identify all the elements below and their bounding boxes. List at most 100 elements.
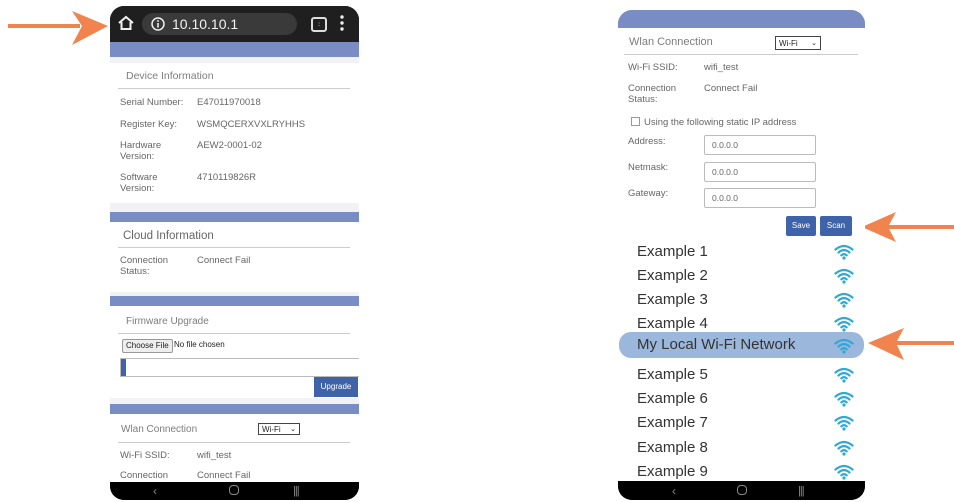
wlan-mode-value: Wi-Fi <box>779 39 798 48</box>
gateway-label: Gateway: <box>628 188 669 199</box>
wlan-status-label: Connection Status: <box>628 83 677 105</box>
section-band <box>110 296 359 306</box>
wlan-status-value: Connect Fail <box>197 470 251 481</box>
upgrade-progress-fill <box>121 359 126 376</box>
wifi-network-name: Example 2 <box>637 267 708 284</box>
ssid-label: Wi-Fi SSID: <box>120 450 170 461</box>
gateway-field[interactable]: 0.0.0.0 <box>704 188 816 208</box>
section-band <box>110 404 359 414</box>
wlan-title: Wlan Connection <box>629 36 713 48</box>
browser-toolbar: 10.10.10.1 : <box>110 6 359 42</box>
wifi-network-name: My Local Wi-Fi Network <box>637 336 796 353</box>
firmware-title: Firmware Upgrade <box>126 316 209 327</box>
wifi-signal-icon <box>834 440 854 456</box>
home-nav-icon[interactable] <box>229 485 239 495</box>
ssid-value: wifi_test <box>197 450 232 461</box>
file-picker: Choose File No file chosen <box>110 339 359 353</box>
static-ip-checkbox[interactable] <box>631 117 640 126</box>
scan-button[interactable]: Scan <box>820 216 852 236</box>
info-icon[interactable] <box>151 17 165 31</box>
upgrade-progress-bar <box>120 358 359 377</box>
wlan-mode-value: Wi-Fi <box>262 425 281 434</box>
netmask-label: Netmask: <box>628 162 669 173</box>
hardware-version-label: Hardware Version: <box>120 140 162 162</box>
upgrade-button[interactable]: Upgrade <box>314 377 358 397</box>
no-file-text: No file chosen <box>174 340 225 349</box>
cloud-info-card: Cloud Information Connection Status: Con… <box>110 222 359 292</box>
device-info-title: Device Information <box>126 70 214 82</box>
wifi-network-row-selected[interactable]: My Local Wi-Fi Network <box>619 332 864 358</box>
wlan-status-value: Connect Fail <box>704 83 758 94</box>
wlan-mode-select[interactable]: Wi-Fi ⌄ <box>258 423 300 435</box>
wifi-network-name: Example 8 <box>637 439 708 456</box>
scan-callout-arrow <box>862 212 954 242</box>
wifi-network-row[interactable]: Example 5 <box>618 363 865 386</box>
wifi-network-name: Example 5 <box>637 366 708 383</box>
save-button[interactable]: Save <box>786 216 816 236</box>
software-version-label: Software Version: <box>120 172 158 194</box>
right-phone: Wlan Connection Wi-Fi ⌄ Wi-Fi SSID: wifi… <box>618 10 865 500</box>
ssid-label: Wi-Fi SSID: <box>628 62 678 73</box>
cloud-info-title: Cloud Information <box>123 230 214 242</box>
back-icon[interactable]: ‹ <box>153 485 157 497</box>
wifi-network-row[interactable]: Example 2 <box>618 264 865 287</box>
wifi-signal-icon <box>834 415 854 431</box>
wifi-signal-icon <box>834 292 854 308</box>
home-icon[interactable] <box>117 14 135 32</box>
address-label: Address: <box>628 136 666 147</box>
recents-icon[interactable]: ||| <box>798 485 805 497</box>
wifi-signal-icon <box>834 338 854 354</box>
wlan-mode-select[interactable]: Wi-Fi ⌄ <box>775 36 821 50</box>
divider <box>118 247 350 248</box>
home-nav-icon[interactable] <box>737 485 747 495</box>
android-nav-bar: ‹ ||| <box>618 481 865 500</box>
android-nav-bar: ‹ ||| <box>110 482 359 500</box>
wifi-network-row[interactable]: Example 7 <box>618 411 865 434</box>
wifi-network-name: Example 6 <box>637 390 708 407</box>
network-callout-arrow <box>868 328 954 360</box>
header-band <box>110 42 359 57</box>
wifi-network-row[interactable]: Example 9 <box>618 460 865 481</box>
cloud-status-value: Connect Fail <box>197 255 251 266</box>
web-page: Wlan Connection Wi-Fi ⌄ Wi-Fi SSID: wifi… <box>618 10 865 481</box>
divider <box>624 54 858 55</box>
wlan-card: Wlan Connection Wi-Fi ⌄ Wi-Fi SSID: wifi… <box>110 414 359 482</box>
tabs-icon[interactable]: : <box>311 17 327 32</box>
wifi-network-row[interactable]: Example 6 <box>618 387 865 410</box>
left-phone: 10.10.10.1 : Device Information Serial N… <box>110 6 359 500</box>
wifi-signal-icon <box>834 391 854 407</box>
divider <box>118 333 350 334</box>
recents-icon[interactable]: ||| <box>293 485 300 497</box>
address-field[interactable]: 0.0.0.0 <box>704 135 816 155</box>
divider <box>118 442 350 443</box>
wifi-signal-icon <box>834 244 854 260</box>
wifi-network-name: Example 3 <box>637 291 708 308</box>
wifi-network-name: Example 9 <box>637 463 708 480</box>
wifi-signal-icon <box>834 367 854 383</box>
back-icon[interactable]: ‹ <box>672 485 676 497</box>
header-band <box>618 10 865 28</box>
divider <box>118 88 350 89</box>
software-version-value: 4710119826R <box>197 172 256 183</box>
url-text: 10.10.10.1 <box>172 16 239 32</box>
wifi-network-row[interactable]: Example 8 <box>618 436 865 459</box>
netmask-field[interactable]: 0.0.0.0 <box>704 162 816 182</box>
wifi-network-name: Example 7 <box>637 414 708 431</box>
register-key-value: WSMQCERXVXLRYHHS <box>197 119 306 130</box>
serial-value: E47011970018 <box>197 97 261 108</box>
cloud-status-label: Connection Status: <box>120 255 169 277</box>
wifi-network-row[interactable]: Example 3 <box>618 288 865 311</box>
url-bar[interactable]: 10.10.10.1 <box>142 13 297 35</box>
wifi-network-row[interactable]: Example 1 <box>618 240 865 263</box>
static-ip-label: Using the following static IP address <box>644 117 797 128</box>
device-info-card: Device Information Serial Number: E47011… <box>110 63 359 203</box>
wifi-signal-icon <box>834 268 854 284</box>
url-callout-arrow <box>8 11 108 45</box>
section-band <box>110 212 359 222</box>
menu-icon[interactable] <box>340 14 344 32</box>
choose-file-button[interactable]: Choose File <box>122 339 173 353</box>
wlan-title: Wlan Connection <box>121 424 198 435</box>
wifi-signal-icon <box>834 464 854 480</box>
serial-label: Serial Number: <box>120 97 184 108</box>
wlan-status-label: Connection <box>120 470 169 481</box>
